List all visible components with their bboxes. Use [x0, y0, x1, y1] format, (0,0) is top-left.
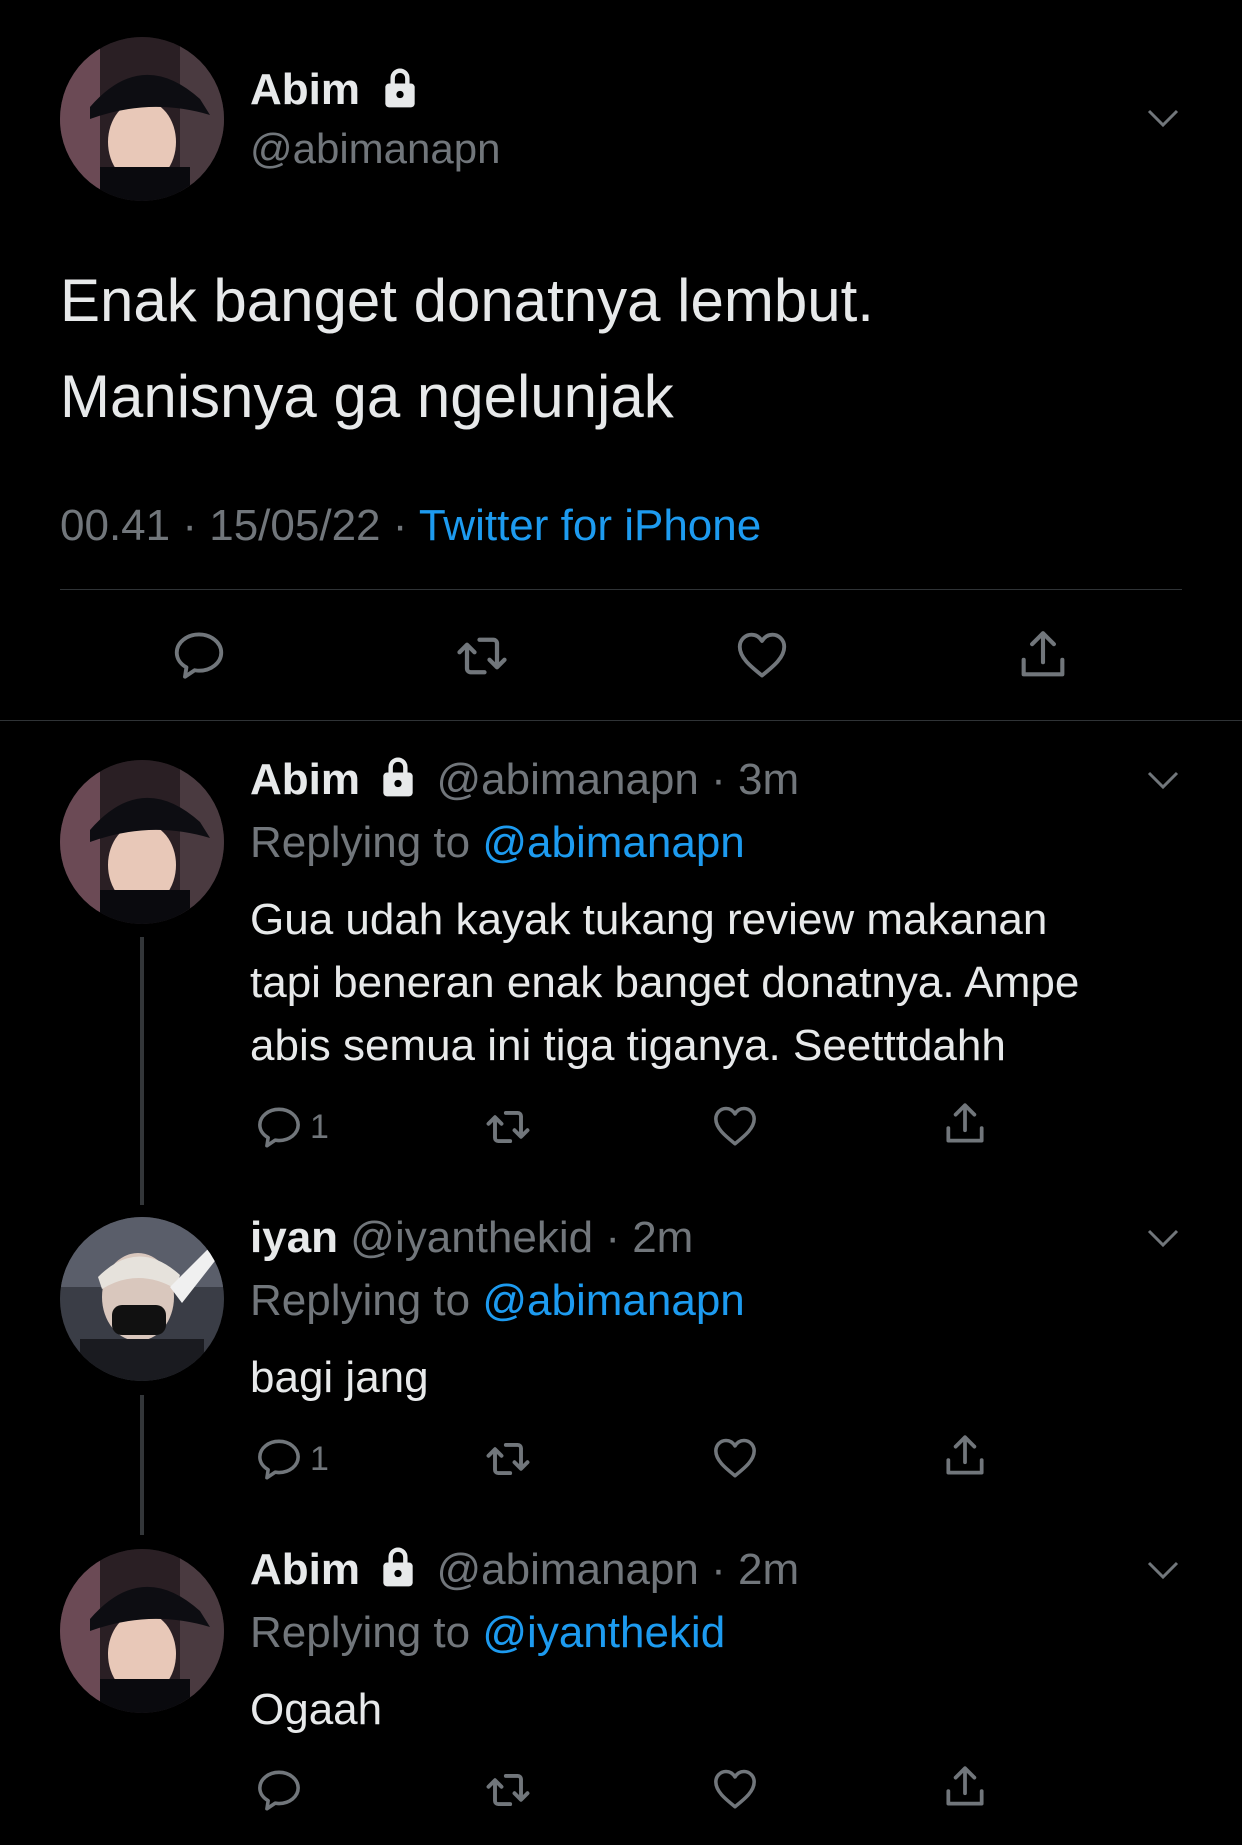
heart-icon	[714, 1769, 756, 1809]
share-icon	[1021, 631, 1065, 677]
avatar[interactable]	[60, 1549, 224, 1713]
meta-separator: ·	[392, 501, 408, 550]
author-name-text[interactable]: Abim	[250, 65, 360, 114]
meta-separator: ·	[182, 501, 197, 550]
avatar[interactable]	[60, 37, 224, 201]
reply-count: 1	[310, 1107, 329, 1146]
reply-icon	[258, 1770, 300, 1811]
author-name[interactable]: Abim	[250, 1545, 360, 1594]
reply-button[interactable]: 1	[254, 1102, 329, 1152]
reply-text: Ogaah	[250, 1678, 382, 1741]
share-icon	[946, 1103, 984, 1143]
author-handle[interactable]: @abimanapn	[436, 1545, 698, 1594]
avatar-image	[60, 1217, 224, 1381]
reply-button[interactable]	[170, 626, 228, 684]
reply-icon	[258, 1439, 300, 1480]
avatar-image	[60, 1549, 224, 1713]
replying-to-link[interactable]: @abimanapn	[482, 818, 744, 867]
reply-text-line: Ogaah	[250, 1685, 383, 1734]
like-button[interactable]	[710, 1433, 760, 1483]
reply-icon	[258, 1107, 300, 1148]
replying-to-link[interactable]: @abimanapn	[482, 1276, 744, 1325]
divider	[0, 720, 1242, 721]
like-button[interactable]	[710, 1101, 760, 1151]
replying-to-link[interactable]: @iyanthekid	[482, 1608, 725, 1657]
share-icon	[946, 1766, 984, 1806]
lock-icon	[383, 757, 413, 797]
reply-text: Gua udah kayak tukang review makanan tap…	[250, 888, 1079, 1077]
meta-separator: ·	[711, 755, 726, 804]
heart-icon	[737, 632, 787, 678]
tweet-time[interactable]: 00.41	[60, 501, 170, 550]
author-handle[interactable]: @abimanapn	[436, 755, 698, 804]
reply-header: Abim @abimanapn · 3m	[250, 752, 799, 808]
replying-to: Replying to @iyanthekid	[250, 1605, 725, 1661]
retweet-icon	[486, 1773, 530, 1807]
tweet-text-line: Enak banget donatnya lembut.	[60, 267, 874, 334]
chevron-down-icon[interactable]	[1145, 100, 1181, 136]
share-icon	[946, 1435, 984, 1475]
avatar[interactable]	[60, 1217, 224, 1381]
heart-icon	[714, 1106, 756, 1146]
lock-icon	[383, 1547, 413, 1587]
chevron-down-icon[interactable]	[1145, 1220, 1181, 1256]
thread-line	[140, 937, 144, 1205]
tweet-date[interactable]: 15/05/22	[209, 501, 380, 550]
like-button[interactable]	[733, 626, 791, 684]
retweet-button[interactable]	[482, 1433, 534, 1485]
retweet-button[interactable]	[452, 626, 512, 686]
avatar[interactable]	[60, 760, 224, 924]
share-button[interactable]	[940, 1099, 990, 1149]
share-button[interactable]	[940, 1431, 990, 1481]
reply-text-line: tapi beneran enak banget donatnya. Ampe	[250, 958, 1080, 1007]
divider	[60, 589, 1182, 590]
lock-icon	[385, 68, 415, 108]
author-handle[interactable]: @abimanapn	[250, 124, 500, 174]
meta-separator: ·	[711, 1545, 726, 1594]
replying-label: Replying to	[250, 1276, 471, 1325]
chevron-down-icon[interactable]	[1145, 762, 1181, 798]
reply-count: 1	[310, 1439, 329, 1478]
tweet-text-line: Manisnya ga ngelunjak	[60, 363, 674, 430]
chevron-down-icon[interactable]	[1145, 1552, 1181, 1588]
reply-header: iyan @iyanthekid · 2m	[250, 1210, 693, 1266]
author-handle[interactable]: @iyanthekid	[350, 1213, 593, 1262]
share-button[interactable]	[940, 1762, 990, 1812]
avatar-image	[60, 760, 224, 924]
reply-button[interactable]: 1	[254, 1434, 329, 1484]
avatar-image	[60, 37, 224, 201]
retweet-icon	[486, 1110, 530, 1144]
heart-icon	[714, 1438, 756, 1478]
tweet-meta: 00.41 · 15/05/22 · Twitter for iPhone	[60, 498, 761, 554]
author-name[interactable]: Abim	[250, 755, 360, 804]
tweet-source-link[interactable]: Twitter for iPhone	[419, 501, 761, 550]
tweet-text: Enak banget donatnya lembut. Manisnya ga…	[60, 253, 874, 445]
like-button[interactable]	[710, 1764, 760, 1814]
replying-to: Replying to @abimanapn	[250, 815, 745, 871]
reply-text-line: Gua udah kayak tukang review makanan	[250, 895, 1048, 944]
tweet-age[interactable]: 3m	[738, 755, 799, 804]
tweet-age[interactable]: 2m	[738, 1545, 799, 1594]
reply-icon	[174, 632, 224, 679]
author-name[interactable]: iyan	[250, 1213, 338, 1262]
author-name[interactable]: Abim	[250, 65, 422, 115]
replying-label: Replying to	[250, 1608, 471, 1657]
retweet-button[interactable]	[482, 1101, 534, 1153]
retweet-button[interactable]	[482, 1764, 534, 1816]
share-button[interactable]	[1014, 626, 1072, 684]
thread-line	[140, 1395, 144, 1535]
reply-header: Abim @abimanapn · 2m	[250, 1542, 799, 1598]
replying-label: Replying to	[250, 818, 471, 867]
meta-separator: ·	[605, 1213, 620, 1262]
retweet-icon	[457, 637, 507, 675]
reply-button[interactable]	[254, 1765, 304, 1815]
reply-text: bagi jang	[250, 1346, 429, 1409]
reply-text-line: bagi jang	[250, 1353, 429, 1402]
reply-text-line: abis semua ini tiga tiganya. Seetttdahh	[250, 1021, 1006, 1070]
replying-to: Replying to @abimanapn	[250, 1273, 745, 1329]
tweet-age[interactable]: 2m	[632, 1213, 693, 1262]
retweet-icon	[486, 1442, 530, 1476]
